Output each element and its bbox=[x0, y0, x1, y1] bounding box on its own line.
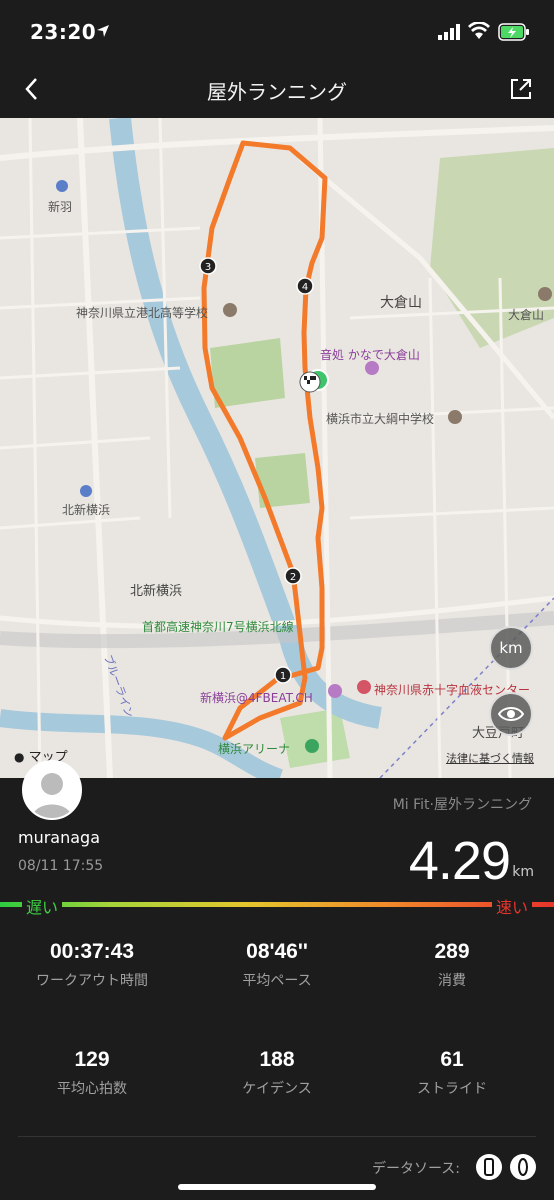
battery-icon bbox=[498, 23, 529, 41]
svg-text:2: 2 bbox=[290, 572, 296, 583]
wifi-icon bbox=[468, 22, 490, 39]
finish-flag-icon bbox=[299, 369, 329, 393]
pace-gradient-bar bbox=[0, 902, 554, 907]
map-label-okurayama-partial: 大倉山 bbox=[508, 308, 545, 322]
cellular-signal-icon bbox=[438, 24, 460, 40]
location-arrow-icon bbox=[97, 25, 109, 37]
map-label-arena: 横浜アリーナ bbox=[218, 742, 291, 756]
map-base: 1 2 3 4 bbox=[0, 118, 554, 778]
km-toggle-button[interactable]: km bbox=[489, 626, 533, 670]
svg-text:3: 3 bbox=[205, 262, 211, 273]
stat-stride: 61 ストライド bbox=[360, 1048, 544, 1098]
stat-avg-pace: 08'46'' 平均ペース bbox=[185, 940, 369, 990]
svg-text:1: 1 bbox=[280, 671, 286, 682]
status-bar: 23:20 bbox=[0, 0, 554, 62]
stat-label: 平均ペース bbox=[242, 973, 312, 989]
username: muranaga bbox=[18, 828, 101, 847]
band-source-icon bbox=[510, 1154, 536, 1180]
map-label-expressway: 首都高速神奈川7号横浜北線 bbox=[142, 620, 294, 634]
default-user-icon bbox=[24, 762, 80, 818]
map-label-okurayama: 大倉山 bbox=[380, 295, 422, 311]
stat-value: 00:37:43 bbox=[49, 940, 135, 963]
stat-duration: 00:37:43 ワークアウト時間 bbox=[0, 940, 184, 990]
avatar[interactable] bbox=[22, 760, 82, 820]
stat-value: 289 bbox=[434, 940, 470, 963]
map-label-kanagawa-school: 神奈川県立港北高等学校 bbox=[76, 306, 209, 320]
share-icon[interactable] bbox=[506, 74, 536, 104]
home-indicator bbox=[178, 1184, 376, 1190]
workout-datetime: 08/11 17:55 bbox=[18, 858, 104, 874]
stat-value: 129 bbox=[74, 1048, 110, 1071]
km-marker-3: 3 bbox=[199, 257, 217, 275]
source-app-label: Mi Fit·屋外ランニング bbox=[392, 797, 532, 813]
stat-label: 消費 bbox=[438, 973, 466, 989]
stat-avg-heart-rate: 129 平均心拍数 bbox=[0, 1048, 184, 1098]
map-label-kanade: 音処 かなで大倉山 bbox=[320, 348, 420, 362]
distance-value: 4.29 bbox=[408, 831, 511, 891]
phone-source-icon bbox=[476, 1154, 502, 1180]
stat-value: 08'46'' bbox=[246, 940, 308, 963]
stat-label: ワークアウト時間 bbox=[36, 973, 148, 989]
km-button-label: km bbox=[499, 639, 523, 657]
apple-icon: ● bbox=[14, 750, 25, 764]
stat-value: 61 bbox=[440, 1048, 464, 1071]
km-marker-2: 2 bbox=[284, 567, 302, 585]
map-label-shinyoko: 新羽 bbox=[48, 200, 73, 214]
legal-link[interactable]: 法律に基づく情報 bbox=[446, 750, 534, 766]
stat-value: 188 bbox=[259, 1048, 295, 1071]
distance-unit: km bbox=[512, 864, 534, 880]
map-label-kitashinyokohama-station: 北新横浜 bbox=[62, 503, 111, 517]
eye-icon bbox=[497, 707, 525, 721]
km-marker-4: 4 bbox=[296, 277, 314, 295]
pace-slow-label: 遅い bbox=[22, 894, 63, 918]
status-time: 23:20 bbox=[30, 20, 97, 44]
stat-label: ストライド bbox=[417, 1081, 487, 1097]
page-title: 屋外ランニング bbox=[207, 80, 347, 104]
km-marker-1: 1 bbox=[274, 666, 292, 684]
stat-cadence: 188 ケイデンス bbox=[185, 1048, 369, 1098]
data-source-label: データソース: bbox=[372, 1161, 461, 1177]
route-map[interactable]: 1 2 3 4 新羽 北新横浜 神奈川県立港北高等学校 北新横浜 大倉山 大倉山… bbox=[0, 118, 554, 778]
svg-text:4: 4 bbox=[302, 282, 308, 293]
stat-label: 平均心拍数 bbox=[57, 1081, 127, 1097]
map-label-okurayama-junior: 横浜市立大綱中学校 bbox=[326, 412, 435, 426]
nav-bar: 屋外ランニング bbox=[0, 62, 554, 118]
map-label-kitashinyokohama-area: 北新横浜 bbox=[130, 584, 183, 599]
map-label-beat: 新横浜@4FBEAT.CH bbox=[200, 691, 313, 705]
divider bbox=[18, 1136, 536, 1137]
stat-label: ケイデンス bbox=[242, 1081, 312, 1097]
pace-fast-label: 速い bbox=[491, 894, 532, 918]
view-toggle-button[interactable] bbox=[489, 692, 533, 736]
workout-summary-panel: muranaga 08/11 17:55 Mi Fit·屋外ランニング 4.29… bbox=[0, 760, 554, 1200]
stat-calories: 289 消費 bbox=[360, 940, 544, 990]
